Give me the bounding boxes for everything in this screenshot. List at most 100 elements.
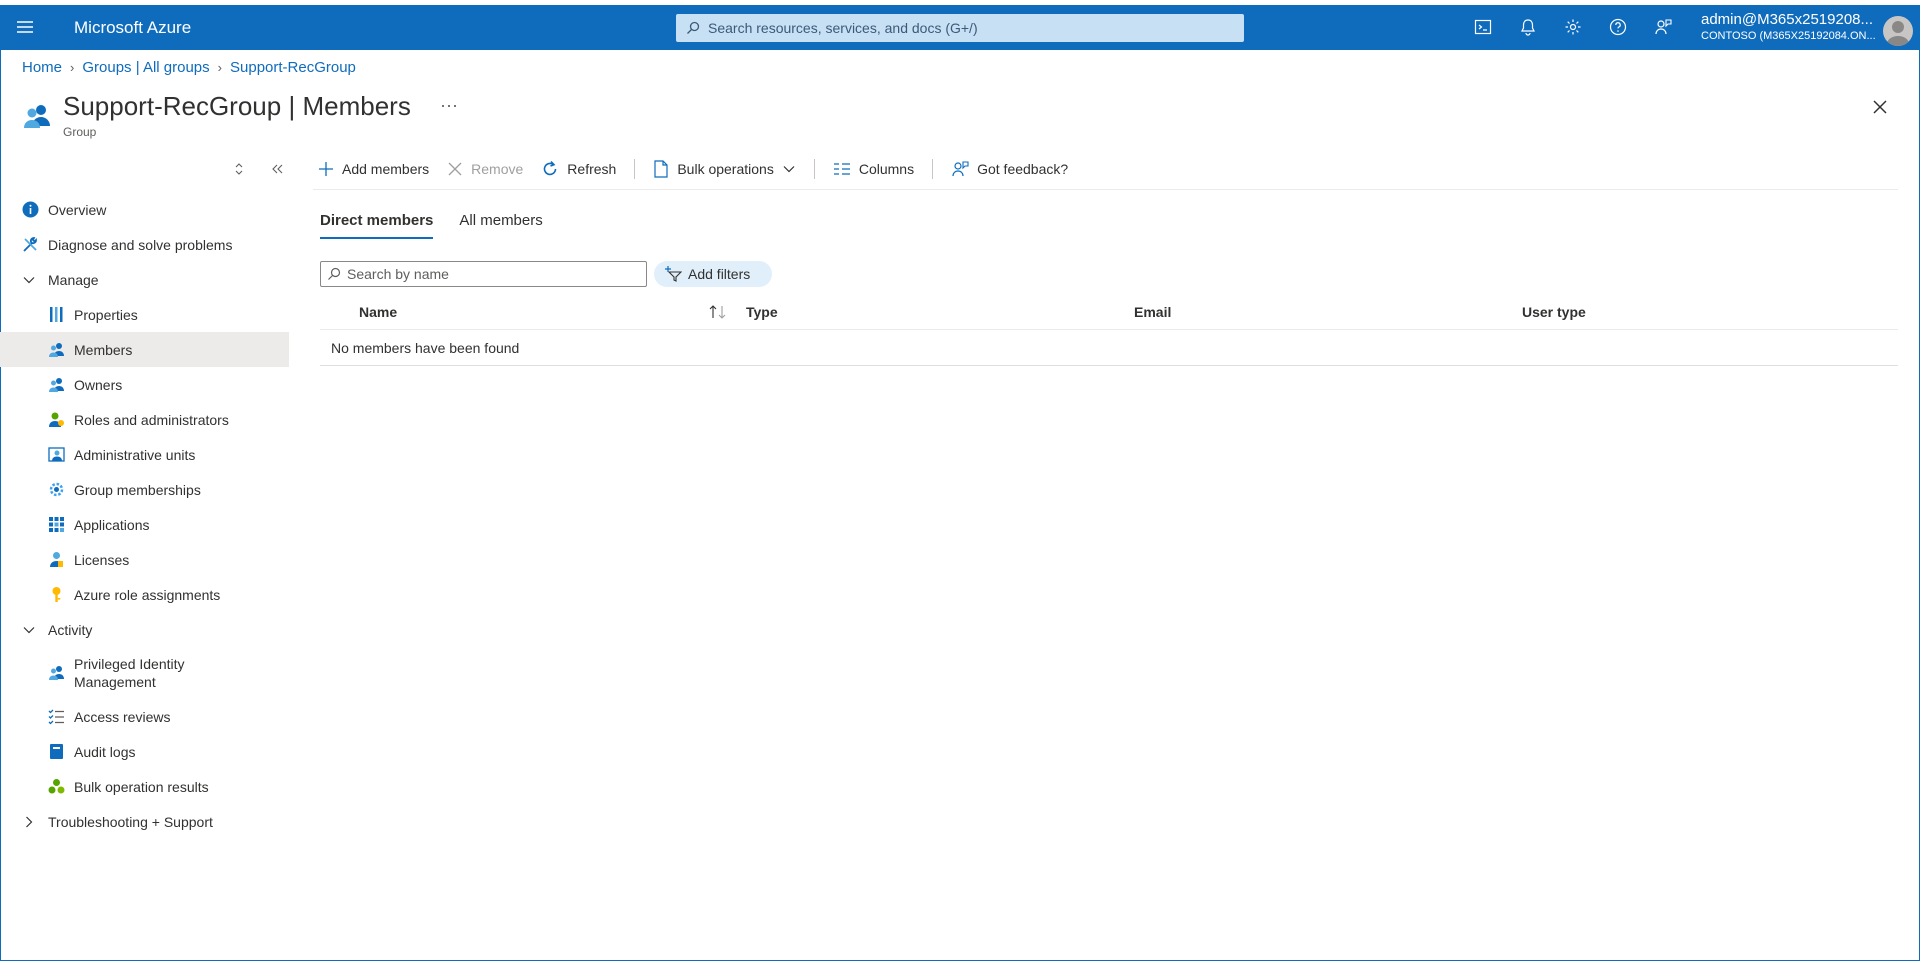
owners-icon [48,376,65,393]
top-icon-group [1470,14,1676,40]
sidebar-item-access-reviews[interactable]: Access reviews [0,699,289,734]
notifications-bell-icon[interactable] [1515,14,1541,40]
tab-all-members[interactable]: All members [459,212,542,239]
chevron-right-icon [22,815,36,829]
plus-icon [319,162,333,176]
search-input[interactable] [320,261,647,287]
sidebar-item-label: Members [74,341,133,358]
sidebar-group-troubleshooting[interactable]: Troubleshooting + Support [0,804,289,839]
add-members-button[interactable]: Add members [318,161,429,177]
sort-arrows-icon[interactable] [708,304,728,320]
account-tenant: CONTOSO (M365X25192084.ON... [1701,30,1876,42]
tab-direct-members[interactable]: Direct members [320,212,434,239]
member-tabs: Direct members All members [320,212,543,239]
help-question-icon[interactable] [1605,14,1631,40]
sidebar-item-owners[interactable]: Owners [0,367,289,402]
sidebar-item-admin-units[interactable]: Administrative units [0,437,289,472]
table-header: Name Type Email User type [320,302,1898,330]
avatar[interactable] [1883,16,1913,46]
toolbar-divider [932,159,934,179]
column-header-type[interactable]: Type [746,304,778,320]
sidebar-item-label: Overview [48,201,107,218]
sidebar-item-label: Properties [74,306,138,323]
page-subtitle: Group [63,125,97,139]
sidebar-item-label: Group memberships [74,481,201,498]
feedback-person-icon[interactable] [1650,14,1676,40]
breadcrumb-group[interactable]: Support-RecGroup [230,59,356,76]
close-icon[interactable] [1869,96,1891,118]
members-icon [48,341,65,358]
sidebar-item-label: Bulk operation results [74,778,209,795]
sidebar-item-pim[interactable]: Privileged Identity Management [0,647,289,699]
sidebar-item-members[interactable]: Members [0,332,289,367]
bulk-results-icon [48,778,65,795]
sidebar-item-label: Administrative units [74,446,196,463]
more-options-icon[interactable]: ··· [440,95,458,116]
sidebar-item-audit-logs[interactable]: Audit logs [0,734,289,769]
feedback-label: Got feedback? [977,161,1069,177]
remove-button[interactable]: Remove [447,161,523,177]
sidebar-item-properties[interactable]: Properties [0,297,289,332]
top-nav-bar: Microsoft Azure Search resources, servic… [0,5,1920,50]
sidebar-group-activity[interactable]: Activity [0,612,289,647]
brand-title[interactable]: Microsoft Azure [74,18,191,38]
sidebar-item-label: Applications [74,516,150,533]
group-memberships-gear-icon [48,481,65,498]
hamburger-menu-icon[interactable] [14,16,36,38]
sidebar-item-label: Access reviews [74,708,171,725]
refresh-icon [544,160,557,176]
properties-icon [48,306,65,323]
global-search-box[interactable]: Search resources, services, and docs (G+… [676,14,1244,42]
sort-toggle-icon[interactable] [230,160,248,178]
sidebar-item-licenses[interactable]: Licenses [0,542,289,577]
refresh-label: Refresh [567,161,617,177]
settings-gear-icon[interactable] [1560,14,1586,40]
empty-message: No members have been found [331,340,520,356]
breadcrumb-home[interactable]: Home [22,59,62,76]
feedback-button[interactable]: Got feedback? [951,160,1068,178]
sidebar-item-applications[interactable]: Applications [0,507,289,542]
roles-icon [48,411,65,428]
account-username: admin@M365x2519208... [1701,11,1874,28]
columns-label: Columns [858,161,915,177]
sidebar-item-label: Activity [48,621,93,638]
column-header-email[interactable]: Email [1134,304,1171,320]
columns-icon [833,163,850,175]
sidebar-item-diagnose[interactable]: Diagnose and solve problems [0,227,289,262]
chevron-right-icon: › [217,60,222,75]
sidebar-item-roles[interactable]: Roles and administrators [0,402,289,437]
close-icon [448,162,462,176]
columns-button[interactable]: Columns [833,161,914,177]
column-header-user-type[interactable]: User type [1522,304,1586,320]
refresh-button[interactable]: Refresh [541,160,616,178]
add-filters-label: Add filters [688,266,751,282]
account-info[interactable]: admin@M365x2519208... CONTOSO (M365X2519… [1701,11,1881,42]
breadcrumb-groups[interactable]: Groups | All groups [82,59,209,76]
toolbar-divider-line [313,189,1898,190]
bulk-operations-label: Bulk operations [677,161,774,177]
breadcrumb: Home › Groups | All groups › Support-Rec… [22,59,356,76]
table-empty-row: No members have been found [320,331,1898,366]
toolbar-divider [634,159,636,179]
collapse-sidebar-icon[interactable] [268,160,286,178]
info-icon [22,201,39,218]
search-icon [327,267,341,281]
sidebar-item-bulk-results[interactable]: Bulk operation results [0,769,289,804]
add-members-label: Add members [342,161,430,177]
sidebar-group-manage[interactable]: Manage [0,262,289,297]
sidebar-item-group-memberships[interactable]: Group memberships [0,472,289,507]
cloud-shell-icon[interactable] [1470,14,1496,40]
sidebar-item-overview[interactable]: Overview [0,192,289,227]
audit-book-icon [48,743,65,760]
column-header-name[interactable]: Name [359,304,397,320]
group-icon [21,100,53,132]
sidebar-item-label: Manage [48,271,99,288]
sidebar-item-label: Audit logs [74,743,136,760]
sidebar-item-label: Azure role assignments [74,586,221,603]
admin-units-icon [48,446,65,463]
sidebar-item-azure-roles[interactable]: Azure role assignments [0,577,289,612]
sidebar-item-label: Troubleshooting + Support [48,813,213,830]
add-filters-button[interactable]: Add filters [654,261,772,287]
bulk-operations-button[interactable]: Bulk operations [653,160,796,178]
document-icon [654,160,668,178]
